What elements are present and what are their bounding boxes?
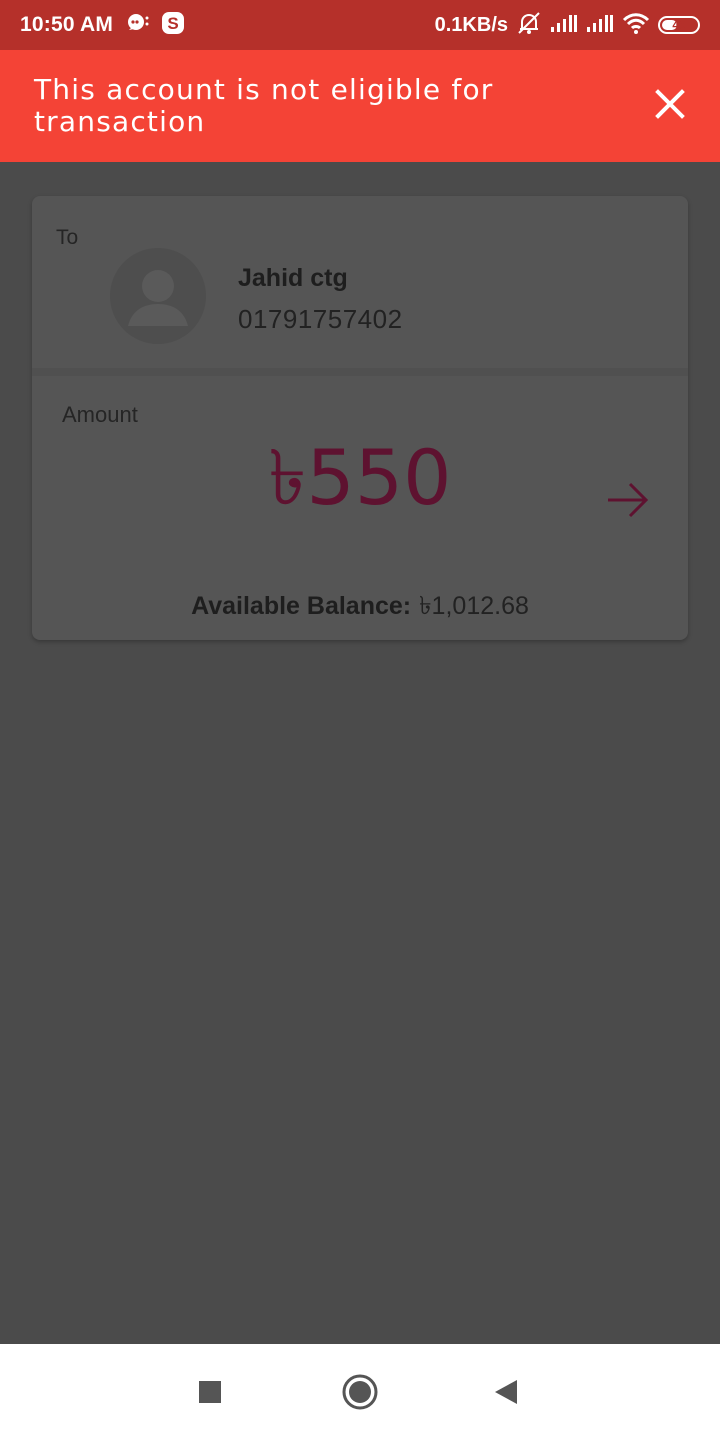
status-bar: 10:50 AM S 0.1KB/s 40 <box>0 0 720 50</box>
recipient-number: 01791757402 <box>238 304 403 334</box>
signal-icon <box>586 13 614 38</box>
banner-message: This account is not eligible for transac… <box>34 73 494 138</box>
battery-level: 40 <box>672 18 686 32</box>
wifi-icon <box>622 12 650 39</box>
chat-bubble-icon <box>125 12 149 39</box>
close-icon[interactable] <box>650 84 690 124</box>
balance-value: ৳1,012.68 <box>419 592 529 620</box>
net-speed: 0.1KB/s <box>434 13 508 36</box>
navigation-bar <box>0 1344 720 1440</box>
amount-value[interactable]: ৳550 <box>32 440 688 516</box>
arrow-right-icon[interactable] <box>604 476 652 524</box>
mute-bell-icon <box>516 11 542 40</box>
status-left: 10:50 AM S <box>20 11 185 40</box>
recipient-name: Jahid ctg <box>238 264 348 292</box>
amount-label: Amount <box>62 402 138 427</box>
svg-text:S: S <box>167 14 178 33</box>
battery-icon: 40 <box>658 16 700 34</box>
home-circle-icon[interactable] <box>340 1372 380 1412</box>
error-banner: This account is not eligible for transac… <box>0 50 720 162</box>
available-balance: Available Balance: ৳1,012.68 <box>32 586 688 629</box>
signal-icon <box>550 13 578 38</box>
avatar-placeholder-icon <box>110 248 206 344</box>
back-triangle-icon[interactable] <box>486 1372 526 1412</box>
status-right: 0.1KB/s 40 <box>435 11 700 40</box>
recipient-section: To Jahid ctg 01791757402 <box>32 196 688 368</box>
to-label: To <box>56 226 79 249</box>
transaction-card: To Jahid ctg 01791757402 Amount ৳550 Ava… <box>32 196 688 640</box>
balance-label: Available Balance: <box>191 592 412 620</box>
skype-icon: S <box>161 11 185 40</box>
status-time: 10:50 AM <box>20 13 114 36</box>
recents-square-icon[interactable] <box>190 1372 230 1412</box>
section-divider <box>32 368 688 376</box>
